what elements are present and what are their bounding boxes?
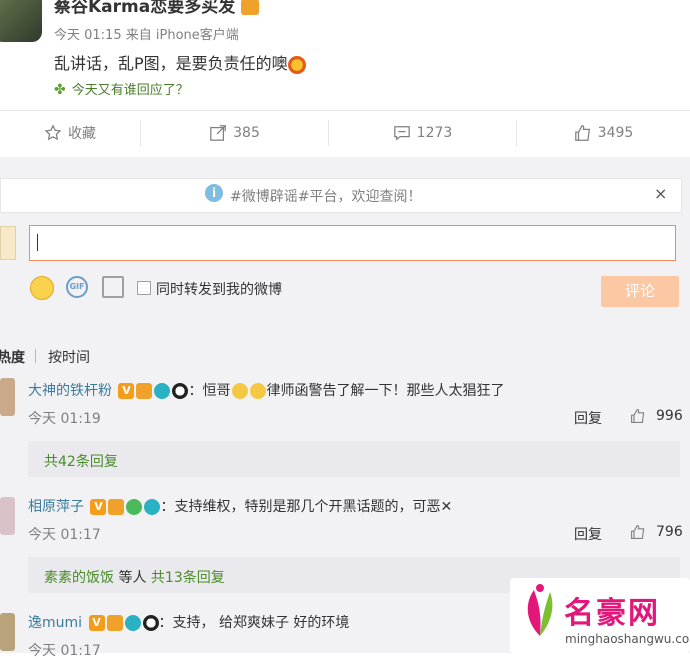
crossed-icon: ✕: [440, 499, 453, 515]
verified-icon: V: [118, 383, 135, 399]
vip-badge-icon: [106, 615, 123, 631]
comment-content: 相原萍子 V ：支持维权，特别是那几个开黑话题的，可恶✕: [28, 496, 452, 516]
divider: [35, 349, 36, 363]
close-icon[interactable]: ×: [654, 184, 667, 203]
verified-icon: V: [90, 499, 107, 515]
vip-badge-icon: [108, 499, 125, 515]
commenter-avatar[interactable]: [0, 613, 15, 651]
clover-icon: ✤: [54, 82, 66, 98]
angry-emoji-icon: [287, 55, 306, 74]
comment-text: ：恒哥: [188, 383, 231, 399]
post-text-content: 乱讲话，乱P图，是要负责任的噢: [54, 54, 288, 73]
replies-link[interactable]: 共42条回复: [44, 451, 118, 471]
heart-badge-icon: [126, 499, 143, 515]
watermark-title: 名豪网: [564, 596, 660, 631]
commenter-avatar[interactable]: [0, 497, 15, 535]
repost-icon: [210, 125, 226, 141]
camera-badge-icon: [124, 615, 141, 631]
comment-content: 大神的铁杆粉 V ：恒哥 律师函警告了解一下！那些人太猖狂了: [28, 380, 504, 400]
star-icon: [44, 124, 62, 141]
comment-text: 律师函警告了解一下！那些人太猖狂了: [266, 383, 505, 399]
repost-button[interactable]: 385: [141, 110, 328, 156]
comment-count[interactable]: 1273: [417, 125, 453, 141]
forward-label[interactable]: 同时转发到我的微博: [156, 279, 282, 299]
like-button[interactable]: 3495: [517, 110, 690, 156]
text-cursor: [37, 234, 38, 251]
post-time[interactable]: 今天 01:15: [54, 28, 122, 43]
like-count[interactable]: 796: [656, 524, 683, 540]
like-count[interactable]: 3495: [598, 125, 634, 141]
camera-badge-icon: [154, 383, 171, 399]
my-avatar: [0, 226, 16, 260]
follow-up-text[interactable]: 今天又有谁回应了？: [72, 83, 189, 98]
gif-icon[interactable]: GIF: [66, 276, 88, 298]
comment-icon: [393, 126, 410, 141]
panda-badge-icon: [142, 615, 159, 631]
follow-up-link[interactable]: ✤ 今天又有谁回应了？: [54, 79, 189, 98]
forward-checkbox[interactable]: [137, 281, 151, 295]
author-avatar[interactable]: [0, 0, 42, 42]
post-text: 乱讲话，乱P图，是要负责任的噢: [54, 50, 306, 74]
vip-badge-icon: [241, 0, 260, 15]
thumbs-up-icon: [631, 409, 645, 423]
comment-content: 逸mumi V ：支持， 给郑爽妹子 好的环境: [28, 612, 349, 632]
author-name[interactable]: 蔡谷Karma恋要多买发: [54, 0, 235, 17]
reply-button[interactable]: 回复: [574, 524, 602, 544]
sort-by-hot[interactable]: 热度: [0, 347, 25, 367]
emoji-icon: [232, 383, 249, 399]
vip-badge-icon: [136, 383, 153, 399]
reply-button[interactable]: 回复: [574, 408, 602, 428]
emoji-icon: [250, 383, 267, 399]
reply-mid-text: 等人: [114, 570, 151, 586]
emoji-icon[interactable]: [30, 276, 54, 300]
comment-time: 今天 01:17: [28, 643, 101, 659]
comment-text: ：支持维权，特别是那几个开黑话题的，可恶: [160, 499, 441, 515]
reply-user[interactable]: 素素的饭饭: [44, 570, 114, 586]
commenter-avatar[interactable]: [0, 378, 15, 416]
camera-badge-icon: [144, 499, 161, 515]
submit-comment-button[interactable]: 评论: [601, 276, 679, 307]
image-icon[interactable]: [102, 276, 124, 298]
like-count[interactable]: 996: [656, 408, 683, 424]
watermark-url: minghaoshangwu.com: [565, 632, 690, 646]
thumbs-up-icon: [631, 525, 645, 539]
post-source: 来自 iPhone客户端: [125, 28, 239, 43]
commenter-name[interactable]: 逸mumi: [28, 615, 82, 631]
replies-count[interactable]: 共42条回复: [44, 454, 118, 470]
notice-text[interactable]: #微博辟谣#平台，欢迎查阅！: [230, 186, 421, 206]
sort-by-time[interactable]: 按时间: [48, 347, 90, 367]
commenter-name[interactable]: 大神的铁杆粉: [28, 383, 112, 399]
thumbs-up-icon: [574, 125, 590, 141]
replies-count[interactable]: 共13条回复: [151, 570, 225, 586]
comment-input[interactable]: [29, 225, 676, 261]
commenter-name[interactable]: 相原萍子: [28, 499, 84, 515]
comment-text: ：支持， 给郑爽妹子 好的环境: [158, 615, 350, 631]
favorite-label[interactable]: 收藏: [68, 123, 96, 143]
comment-like-button[interactable]: 796: [630, 524, 683, 540]
replies-link[interactable]: 素素的饭饭 等人 共13条回复: [44, 567, 225, 587]
panda-badge-icon: [172, 383, 189, 399]
verified-icon: V: [88, 615, 105, 631]
repost-count[interactable]: 385: [233, 125, 260, 141]
info-icon: i: [205, 184, 223, 202]
leaf-logo-icon: [527, 584, 553, 636]
comment-like-button[interactable]: 996: [630, 408, 683, 424]
comment-time: 今天 01:19: [28, 411, 101, 427]
post-author[interactable]: 蔡谷Karma恋要多买发: [54, 0, 260, 17]
replies-box: [28, 441, 680, 477]
favorite-button[interactable]: 收藏: [0, 110, 140, 156]
comment-time: 今天 01:17: [28, 527, 101, 543]
post-meta: 今天 01:15 来自 iPhone客户端: [54, 24, 239, 43]
comment-button[interactable]: 1273: [329, 110, 516, 156]
